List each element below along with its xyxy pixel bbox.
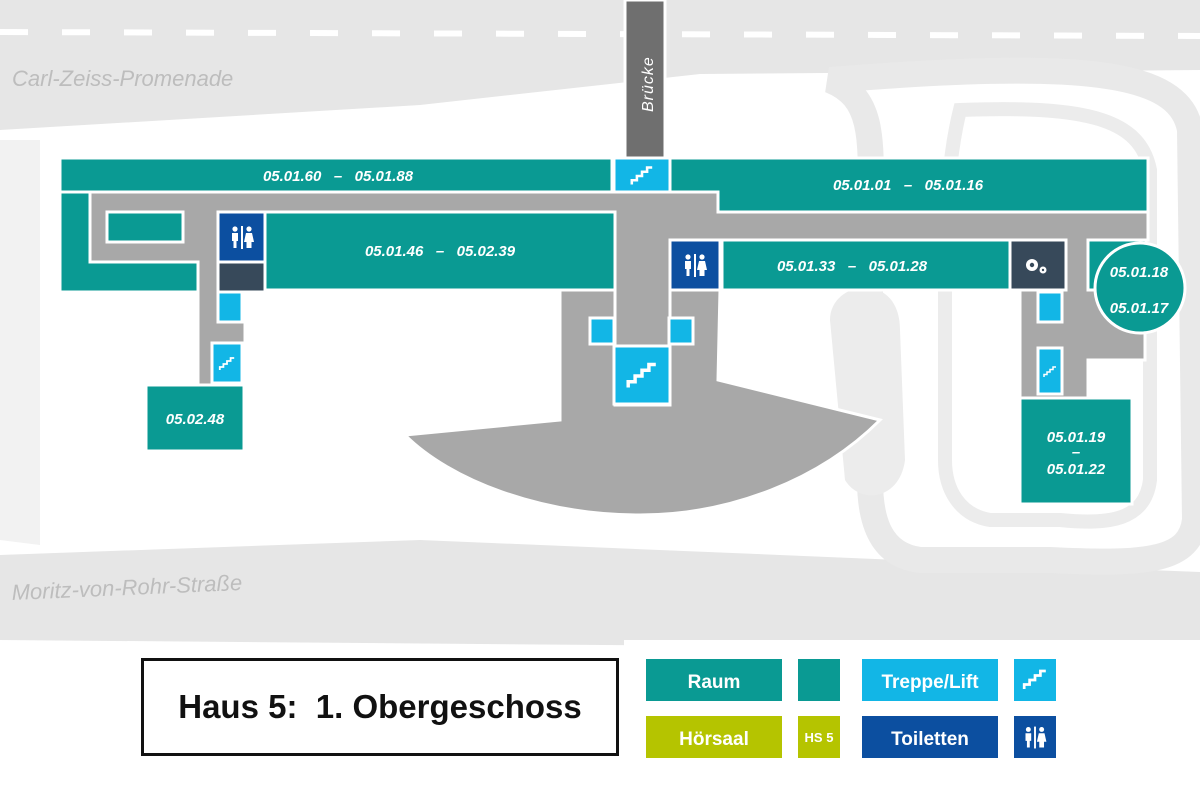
legend-hoersaal-label: Hörsaal	[679, 729, 749, 750]
room-label-r7c: 05.01.22	[1047, 461, 1106, 478]
legend-raum-swatch	[798, 659, 840, 701]
room-block-r5-round[interactable]	[1093, 241, 1187, 335]
room-label-r5b: 05.01.17	[1110, 300, 1169, 317]
legend-toiletten-label: Toiletten	[891, 729, 969, 750]
room-label-r5a: 05.01.18	[1110, 264, 1169, 281]
room-label-r7b: –	[1072, 444, 1080, 461]
street-label-top: Carl-Zeiss-Promenade	[12, 66, 233, 91]
legend-hs-sample: HS 5	[805, 730, 834, 745]
lift-left[interactable]	[216, 290, 244, 324]
room-label-r1: 05.01.60 – 05.01.88	[263, 168, 414, 185]
bridge: Brücke	[623, 0, 667, 162]
floor-title-box: Haus 5: 1. Obergeschoss	[141, 658, 619, 756]
lift-center-right[interactable]	[667, 316, 695, 346]
lift-center-left[interactable]	[588, 316, 616, 346]
toilet-icon	[685, 254, 707, 277]
technik-left[interactable]	[216, 260, 267, 294]
toilet-icon	[1025, 726, 1047, 749]
legend-raum-label: Raum	[688, 672, 741, 693]
room-label-r6: 05.02.48	[166, 411, 225, 428]
room-small-left[interactable]	[105, 210, 185, 244]
floor-title: Haus 5: 1. Obergeschoss	[178, 688, 582, 725]
room-label-r2: 05.01.01 – 05.01.16	[833, 177, 984, 194]
room-label-r3: 05.01.46 – 05.02.39	[365, 243, 516, 260]
bridge-label: Brücke	[640, 56, 657, 112]
legend: Raum Hörsaal HS 5 Treppe/Lift Toiletten	[624, 640, 1200, 800]
lift-right[interactable]	[1036, 290, 1064, 324]
floor-plan-map: Brücke 05.01.60 – 05.01.88 05.01.01 – 05…	[0, 0, 1200, 800]
legend-treppe-label: Treppe/Lift	[881, 672, 979, 693]
toilet-icon	[232, 226, 254, 249]
room-label-r4: 05.01.33 – 05.01.28	[777, 258, 928, 275]
